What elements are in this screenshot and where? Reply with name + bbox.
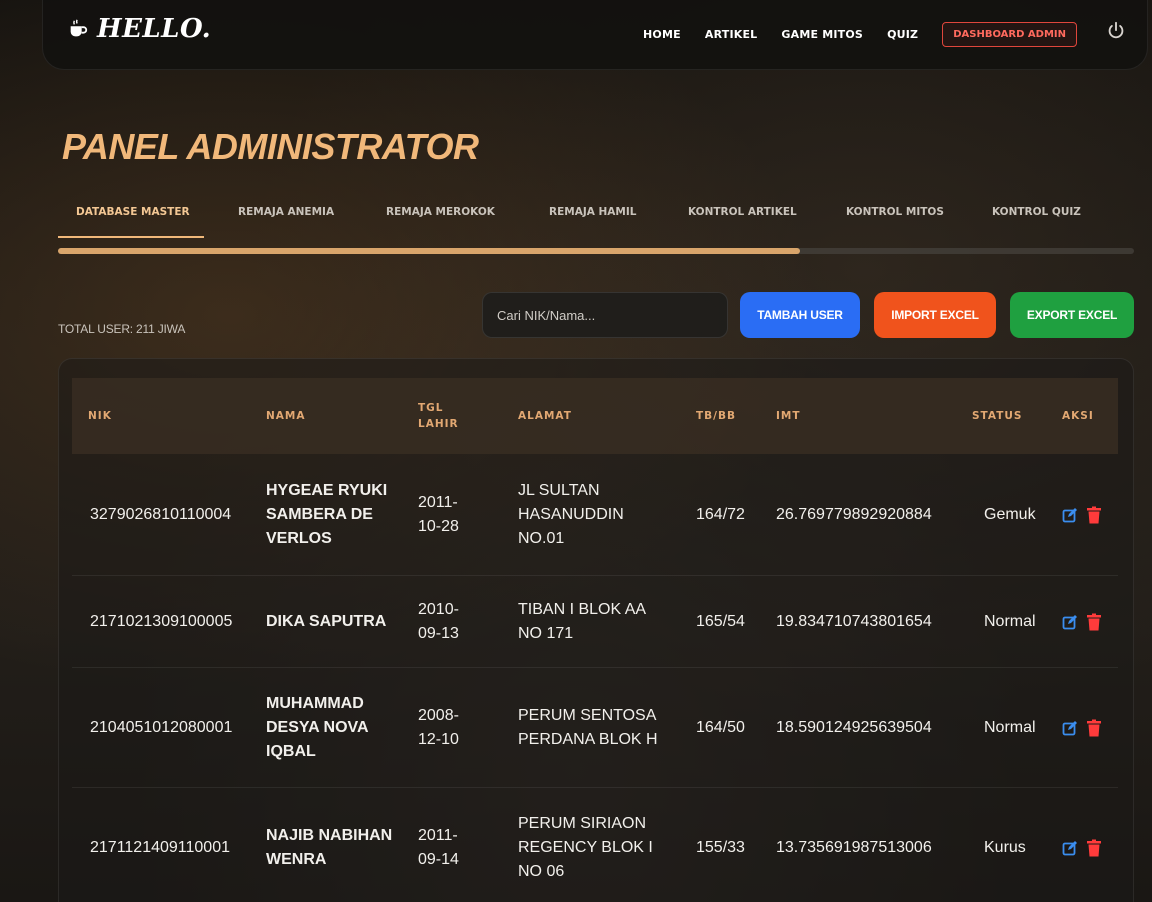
cell-nama: MUHAMMAD DESYA NOVA IQBAL bbox=[266, 694, 368, 760]
export-excel-button[interactable]: EXPORT EXCEL bbox=[1010, 292, 1134, 338]
header-alamat: ALAMAT bbox=[518, 410, 572, 422]
power-icon[interactable] bbox=[1105, 20, 1127, 42]
table-row: 2171121409110001 NAJIB NABIHAN WENRA 201… bbox=[72, 788, 1118, 902]
nav-artikel[interactable]: ARTIKEL bbox=[705, 28, 758, 41]
header-tb-bb: TB/BB bbox=[696, 410, 737, 422]
brand[interactable]: HELLO. bbox=[67, 14, 211, 44]
tab-remaja-hamil[interactable]: REMAJA HAMIL bbox=[549, 206, 636, 218]
cell-nama: HYGEAE RYUKI SAMBERA DE VERLOS bbox=[266, 481, 388, 547]
cell-tgl-lahir: 2010-09-13 bbox=[418, 600, 459, 642]
table-row: 2104051012080001 MUHAMMAD DESYA NOVA IQB… bbox=[72, 668, 1118, 788]
edit-icon[interactable] bbox=[1062, 613, 1078, 631]
header-tgl-lahir: TGL LAHIR bbox=[418, 402, 459, 430]
add-user-button[interactable]: TAMBAH USER bbox=[740, 292, 860, 338]
header-status: STATUS bbox=[972, 410, 1023, 422]
edit-icon[interactable] bbox=[1062, 506, 1078, 524]
cell-tb-bb: 155/33 bbox=[696, 839, 745, 856]
total-user-count: TOTAL USER: 211 JIWA bbox=[58, 322, 186, 336]
cell-alamat: TIBAN I BLOK AA NO 171 bbox=[518, 600, 646, 642]
tab-remaja-anemia[interactable]: REMAJA ANEMIA bbox=[238, 206, 334, 218]
cell-alamat: PERUM SENTOSA PERDANA BLOK H bbox=[518, 706, 658, 748]
cell-imt: 13.735691987513006 bbox=[776, 839, 932, 856]
tab-bar: DATABASE MASTER REMAJA ANEMIA REMAJA MER… bbox=[58, 206, 1134, 236]
search-input[interactable] bbox=[482, 292, 728, 338]
tab-kontrol-mitos[interactable]: KONTROL MITOS bbox=[846, 206, 944, 218]
tab-database-master[interactable]: DATABASE MASTER bbox=[76, 206, 190, 218]
import-excel-button[interactable]: IMPORT EXCEL bbox=[874, 292, 996, 338]
cell-nik: 3279026810110004 bbox=[90, 505, 232, 523]
coffee-cup-icon bbox=[70, 19, 88, 37]
cell-status: Kurus bbox=[984, 839, 1026, 856]
cell-nik: 2104051012080001 bbox=[90, 718, 233, 736]
tab-remaja-merokok[interactable]: REMAJA MEROKOK bbox=[386, 206, 495, 218]
cell-tgl-lahir: 2011-09-14 bbox=[418, 827, 459, 868]
tab-scrollbar-thumb[interactable] bbox=[58, 248, 801, 254]
header-nama: NAMA bbox=[266, 410, 306, 422]
delete-icon[interactable] bbox=[1086, 506, 1102, 524]
cell-nama: DIKA SAPUTRA bbox=[266, 612, 387, 630]
table-row: 2171021309100005 DIKA SAPUTRA 2010-09-13… bbox=[72, 576, 1118, 668]
nav-home[interactable]: HOME bbox=[643, 28, 681, 41]
cell-alamat: JL SULTAN HASANUDDIN NO.01 bbox=[518, 481, 624, 547]
cell-tb-bb: 164/50 bbox=[696, 718, 745, 736]
cell-tgl-lahir: 2011-10-28 bbox=[418, 493, 459, 535]
nav-game-mitos[interactable]: GAME MITOS bbox=[781, 28, 863, 41]
active-tab-underline bbox=[58, 236, 204, 238]
header-imt: IMT bbox=[776, 410, 801, 422]
cell-nik: 2171021309100005 bbox=[90, 612, 233, 630]
row-actions bbox=[1062, 719, 1102, 737]
tab-kontrol-quiz[interactable]: KONTROL QUIZ bbox=[992, 206, 1081, 218]
admin-page: HELLO. HOME ARTIKEL GAME MITOS QUIZ DASH… bbox=[0, 0, 1152, 902]
nav-quiz[interactable]: QUIZ bbox=[887, 28, 918, 41]
cell-nama: NAJIB NABIHAN WENRA bbox=[266, 827, 393, 868]
row-actions bbox=[1062, 839, 1102, 857]
header-aksi: AKSI bbox=[1062, 410, 1094, 422]
cell-tgl-lahir: 2008-12-10 bbox=[418, 706, 459, 748]
cell-status: Gemuk bbox=[984, 505, 1036, 523]
header-nik: NIK bbox=[88, 410, 112, 422]
row-actions bbox=[1062, 506, 1102, 524]
page-title: PANEL ADMINISTRATOR bbox=[62, 126, 479, 167]
cell-imt: 26.769779892920884 bbox=[776, 505, 932, 523]
dashboard-admin-button[interactable]: DASHBOARD ADMIN bbox=[942, 22, 1077, 47]
cell-status: Normal bbox=[984, 718, 1036, 736]
edit-icon[interactable] bbox=[1062, 719, 1078, 737]
edit-icon[interactable] bbox=[1062, 839, 1078, 857]
delete-icon[interactable] bbox=[1086, 839, 1102, 857]
cell-tb-bb: 165/54 bbox=[696, 612, 745, 630]
navbar: HELLO. HOME ARTIKEL GAME MITOS QUIZ DASH… bbox=[42, 0, 1148, 70]
table-header: NIK NAMA TGL LAHIR ALAMAT TB/BB IMT STAT… bbox=[72, 378, 1118, 454]
cell-imt: 19.834710743801654 bbox=[776, 612, 932, 630]
delete-icon[interactable] bbox=[1086, 613, 1102, 631]
cell-status: Normal bbox=[984, 612, 1036, 630]
brand-text: HELLO. bbox=[97, 14, 212, 44]
tab-scrollbar[interactable] bbox=[58, 248, 1134, 254]
row-actions bbox=[1062, 613, 1102, 631]
delete-icon[interactable] bbox=[1086, 719, 1102, 737]
nav-links: HOME ARTIKEL GAME MITOS QUIZ DASHBOARD A… bbox=[619, 22, 1077, 47]
tab-kontrol-artikel[interactable]: KONTROL ARTIKEL bbox=[688, 206, 797, 218]
cell-nik: 2171121409110001 bbox=[90, 839, 230, 856]
cell-alamat: PERUM SIRIAON REGENCY BLOK I NO 06 bbox=[518, 815, 653, 880]
cell-imt: 18.590124925639504 bbox=[776, 718, 932, 736]
table-row: 3279026810110004 HYGEAE RYUKI SAMBERA DE… bbox=[72, 454, 1118, 576]
cell-tb-bb: 164/72 bbox=[696, 505, 745, 523]
